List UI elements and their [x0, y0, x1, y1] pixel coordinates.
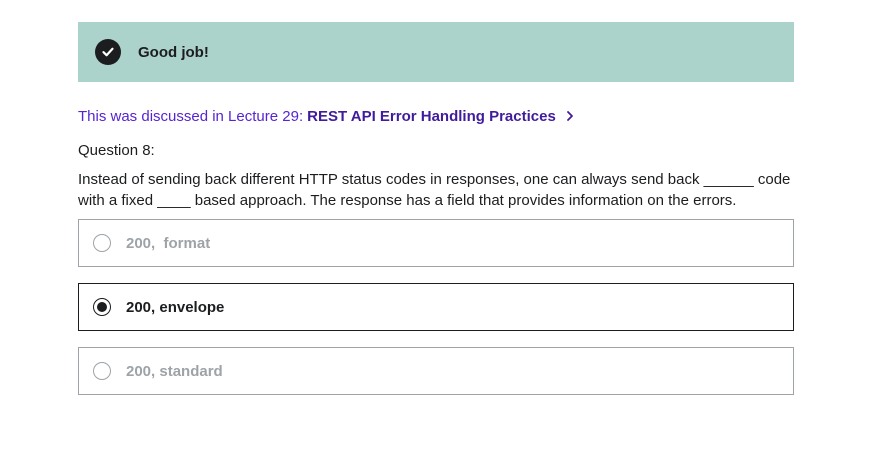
success-message: Good job! [138, 43, 209, 61]
quiz-result-panel: Good job! This was discussed in Lecture … [78, 22, 794, 411]
question-text: Instead of sending back different HTTP s… [78, 171, 791, 209]
radio-dot-icon [97, 302, 107, 312]
lecture-link[interactable]: REST API Error Handling Practices [307, 108, 556, 125]
answer-option-label: 200, format [126, 234, 211, 252]
answer-option-2[interactable]: 200, envelope [78, 283, 794, 331]
radio-button-selected[interactable] [93, 298, 111, 316]
question-number: Question 8: [78, 142, 155, 159]
answer-options: 200, format 200, envelope 200, standard [78, 219, 794, 395]
answer-option-3[interactable]: 200, standard [78, 347, 794, 395]
success-banner: Good job! [78, 22, 794, 82]
lecture-prefix: This was discussed in Lecture 29: [78, 107, 304, 125]
radio-button[interactable] [93, 234, 111, 252]
answer-option-label: 200, standard [126, 362, 223, 380]
chevron-right-icon[interactable] [566, 110, 574, 122]
answer-option-1[interactable]: 200, format [78, 219, 794, 267]
lecture-reference: This was discussed in Lecture 29: REST A… [78, 106, 794, 126]
radio-button[interactable] [93, 362, 111, 380]
check-circle-icon [95, 39, 121, 65]
answer-option-label: 200, envelope [126, 298, 225, 316]
